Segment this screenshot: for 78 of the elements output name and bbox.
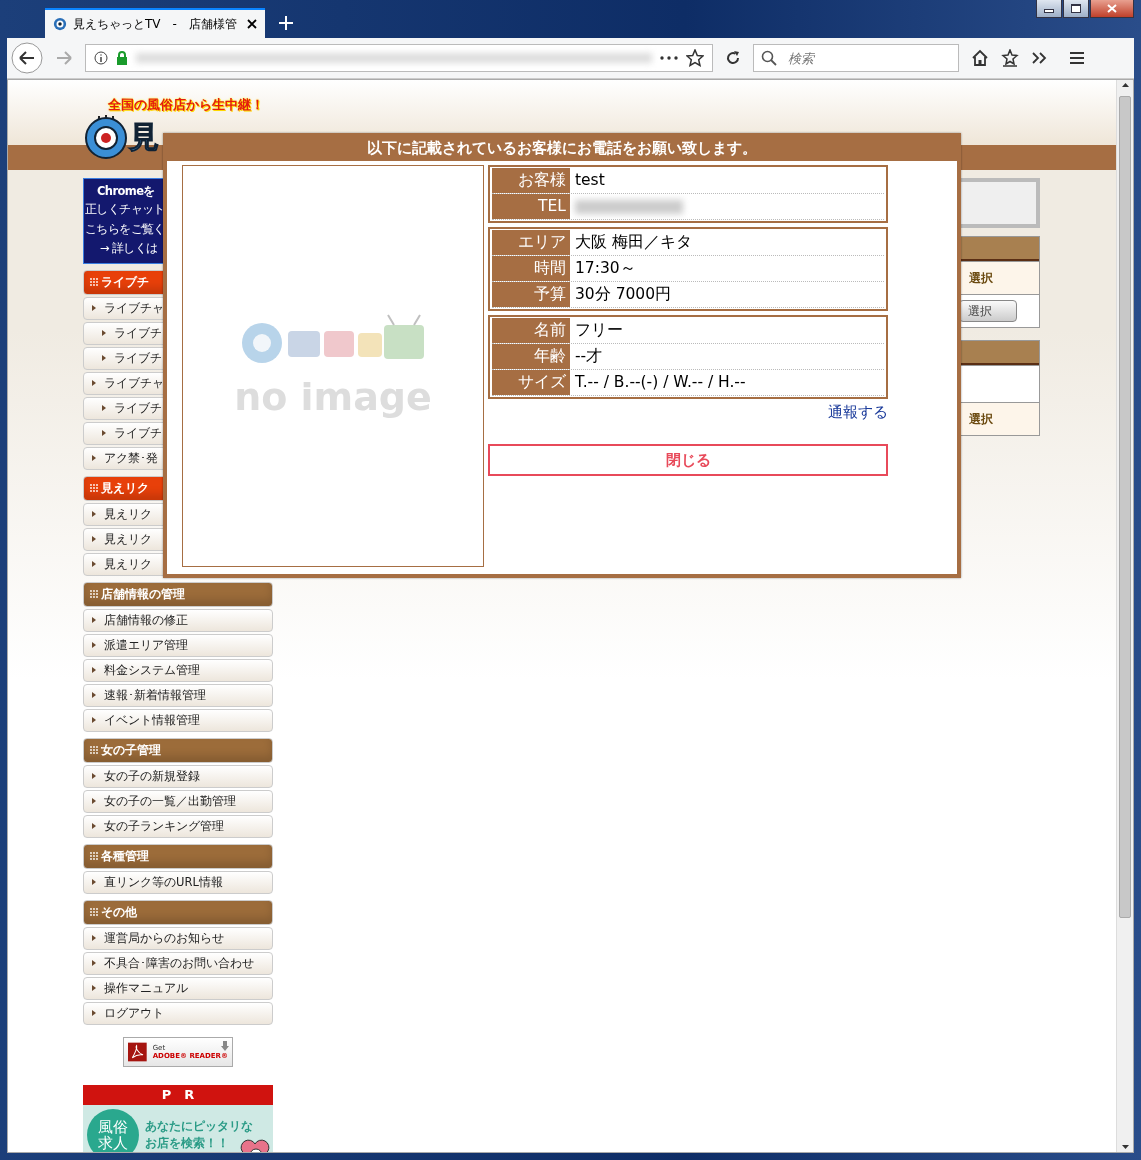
scrollbar[interactable] [1116,80,1133,1152]
dots-icon [90,590,98,598]
sidebar-item[interactable]: 店舗情報の修正 [83,608,273,632]
section-title: 見えリク [101,479,149,497]
dots-icon [90,908,98,916]
menu-icon[interactable] [1069,51,1085,65]
field-value: フリー [575,320,623,341]
field-value: --才 [575,346,603,367]
search-field[interactable]: 検索 [753,44,959,72]
dialog-title: 以下に記載されているお客様にお電話をお願い致します。 [167,133,957,161]
star-icon[interactable] [1001,49,1019,67]
field-value: 大阪 梅田／キタ [575,232,692,253]
browser-tab[interactable]: 見えちゃっとTV - 店舗様管 [45,8,265,38]
star-icon[interactable] [686,49,704,67]
sidebar-item[interactable]: 女の子ランキング管理 [83,814,273,838]
site-tagline: 全国の風俗店から生中継！ [108,96,264,114]
home-icon[interactable] [971,49,989,67]
chevrons-icon[interactable] [1031,51,1047,65]
sidebar-item[interactable]: 派遣エリア管理 [83,633,273,657]
notice-text: こちらをご覧く [85,220,166,238]
maximize-icon[interactable] [1063,0,1089,18]
pr-header: P R [83,1084,273,1105]
section-title: 女の子管理 [101,741,161,759]
section-title: 各種管理 [101,847,149,865]
field-label: TEL [492,194,570,219]
back-icon[interactable] [11,42,43,74]
dots-icon [90,852,98,860]
close-icon[interactable] [247,19,257,29]
sidebar-item[interactable]: ログアウト [83,1001,273,1025]
field-value: 30分 7000円 [575,284,672,305]
sidebar-item[interactable]: 操作マニュアル [83,976,273,1000]
field-label: 時間 [492,256,570,281]
field-label: 名前 [492,318,570,343]
close-button[interactable]: 閉じる [488,444,888,476]
select-button[interactable]: 選択 [959,300,1017,322]
minimize-icon[interactable] [1036,0,1062,18]
sidebar-item[interactable]: 速報･新着情報管理 [83,683,273,707]
field-value: 17:30～ [575,258,636,279]
more-icon[interactable] [660,56,678,60]
field-label: サイズ [492,370,570,395]
sidebar-item[interactable]: 女の子の一覧／出勤管理 [83,789,273,813]
field-label: 予算 [492,282,570,307]
field-value: T.-- / B.--(-) / W.-- / H.-- [575,372,746,393]
lock-icon [116,51,128,65]
table-cell: 選択 [969,410,993,428]
sidebar-item[interactable]: 料金システム管理 [83,658,273,682]
download-icon [221,1040,229,1051]
reload-icon[interactable] [725,50,741,66]
job-badge: 風俗 求人 [87,1108,139,1152]
info-icon[interactable] [94,51,108,65]
section-title: その他 [101,903,137,921]
section-title: 店舗情報の管理 [101,585,185,603]
banner-text: あなたにピッタリな お店を検索！！ [145,1117,253,1152]
table-cell: 選択 [969,269,993,287]
close-icon[interactable] [1090,0,1134,18]
section-title: ライブチ [101,273,149,291]
notice-title: Chromeを [96,183,156,200]
report-link[interactable]: 通報する [828,403,888,422]
sidebar-item[interactable]: 運営局からのお知らせ [83,926,273,950]
logo-text: 見 [129,122,159,152]
sidebar-item[interactable]: 女の子の新規登録 [83,764,273,788]
sidebar-item[interactable]: イベント情報管理 [83,708,273,732]
field-value: test [575,170,605,191]
field-label: お客様 [492,168,570,193]
sidebar-item[interactable]: 不具合･障害のお問い合わせ [83,951,273,975]
search-icon [761,50,777,66]
dots-icon [90,278,98,286]
eye-icon [53,17,67,31]
dots-icon [90,746,98,754]
scroll-thumb[interactable] [1119,96,1131,918]
dots-icon [90,484,98,492]
tab-title: 見えちゃっとTV - 店舗様管 [73,15,238,33]
notice-text: 正しくチャット [85,201,166,218]
field-label: 年齢 [492,344,570,369]
notice-text: → 詳しくは [99,240,159,257]
field-label: エリア [492,230,570,255]
sidebar-item[interactable]: 直リンク等のURL情報 [83,870,273,894]
plus-icon[interactable] [279,16,293,30]
